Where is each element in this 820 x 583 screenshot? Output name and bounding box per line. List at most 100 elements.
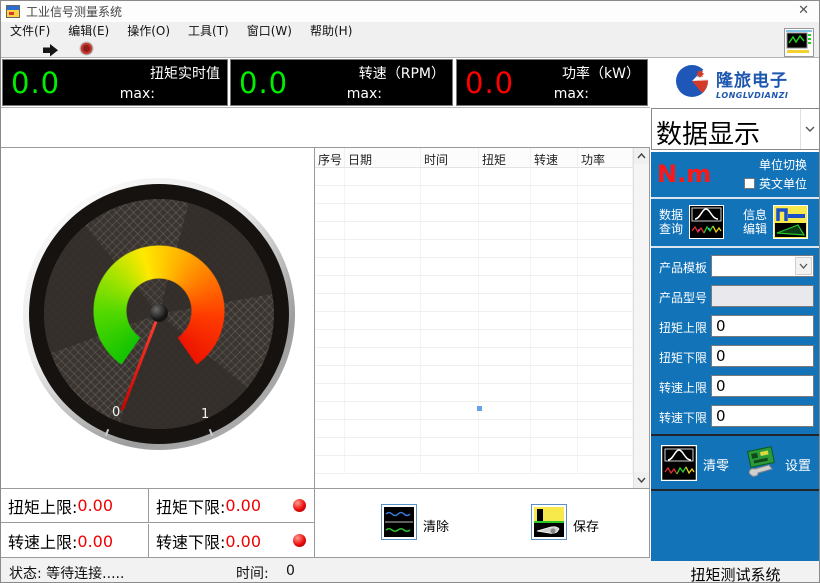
speed-max-label: max: xyxy=(347,86,382,102)
time-value: 0 xyxy=(286,563,295,579)
torque-upper-limit-label: 扭矩上限 xyxy=(651,319,707,336)
time-label: 时间: xyxy=(236,563,269,583)
scroll-down-icon[interactable] xyxy=(634,472,649,488)
english-unit-checkbox[interactable] xyxy=(744,178,755,189)
info-edit-label: 信息编辑 xyxy=(743,208,767,236)
product-form-section: 产品模板 产品型号 扭矩上限 0 扭矩下限 0 转速上限 0 xyxy=(651,248,820,434)
unit-section: N.m 单位切换 英文单位 xyxy=(651,152,820,197)
speed-upper-readout: 转速上限:0.00 xyxy=(1,524,149,558)
table-row xyxy=(315,330,634,348)
speed-meter: 0.0 转速（RPM） max: xyxy=(230,59,453,106)
torque-max-label: max: xyxy=(120,86,155,102)
menu-operate[interactable]: 操作(O) xyxy=(118,22,179,39)
table-row xyxy=(315,420,634,438)
col-speed: 转速 xyxy=(531,148,578,167)
menu-bar: 文件(F) 编辑(E) 操作(O) 工具(T) 窗口(W) 帮助(H) xyxy=(1,22,819,39)
torque-meter: 0.0 扭矩实时值 max: xyxy=(2,59,228,106)
table-row xyxy=(315,240,634,258)
clear-label: 清除 xyxy=(423,516,449,535)
speed-lower-readout: 转速下限:0.00 xyxy=(149,524,314,558)
save-label: 保存 xyxy=(573,516,599,535)
info-edit-button[interactable] xyxy=(773,205,808,239)
chevron-down-icon[interactable] xyxy=(795,257,812,275)
torque-lower-limit-label: 扭矩下限 xyxy=(651,349,707,366)
system-name: 扭矩测试系统 xyxy=(651,561,820,583)
torque-label: 扭矩实时值 xyxy=(150,63,220,83)
settings-label: 设置 xyxy=(785,455,811,474)
spacer-strip xyxy=(1,107,650,148)
speed-value: 0.0 xyxy=(239,69,288,98)
logo-name: 隆旅电子 xyxy=(716,66,788,91)
table-row xyxy=(315,168,634,186)
speed-alarm-led xyxy=(293,534,306,547)
zero-button[interactable] xyxy=(661,445,697,481)
menu-edit[interactable]: 编辑(E) xyxy=(59,22,118,39)
close-icon[interactable]: ✕ xyxy=(798,3,809,18)
control-sidebar: N.m 单位切换 英文单位 数据查询 xyxy=(651,152,820,561)
zero-label: 清零 xyxy=(703,455,729,474)
vi-panel-icon[interactable] xyxy=(784,28,814,57)
col-date: 日期 xyxy=(345,148,421,167)
torque-lower-limit-field[interactable]: 0 xyxy=(711,345,814,367)
torque-upper-readout: 扭矩上限:0.00 xyxy=(1,489,149,523)
status-bar: 状态: 等待连接..... 时间: 0 xyxy=(1,558,651,583)
speed-lower-limit-field[interactable]: 0 xyxy=(711,405,814,427)
power-meter: 0.0 功率（kW） max: xyxy=(456,59,648,106)
table-row xyxy=(315,366,634,384)
menu-tools[interactable]: 工具(T) xyxy=(179,22,238,39)
table-row xyxy=(315,276,634,294)
speed-upper-limit-field[interactable]: 0 xyxy=(711,375,814,397)
scroll-up-icon[interactable] xyxy=(634,148,649,164)
table-row xyxy=(315,312,634,330)
stop-icon[interactable] xyxy=(79,41,94,60)
logo-mark-icon xyxy=(675,64,709,102)
torque-alarm-led xyxy=(293,499,306,512)
speed-label: 转速（RPM） xyxy=(359,63,445,83)
product-model-field[interactable] xyxy=(711,285,814,307)
display-mode-value: 数据显示 xyxy=(656,114,760,151)
gauge-panel: 0 1 xyxy=(1,148,315,489)
clear-button[interactable] xyxy=(381,504,417,540)
brand-logo: 隆旅电子 LONGLVDIANZI xyxy=(651,59,820,106)
table-actions-panel: 清除 保存 xyxy=(315,489,650,558)
menu-window[interactable]: 窗口(W) xyxy=(238,22,301,39)
power-label: 功率（kW） xyxy=(562,63,640,83)
data-table[interactable]: 序号 日期 时间 扭矩 转速 功率 xyxy=(315,148,650,489)
table-header: 序号 日期 时间 扭矩 转速 功率 xyxy=(315,148,634,168)
chevron-down-icon[interactable] xyxy=(800,109,819,149)
table-body xyxy=(315,168,634,488)
table-row xyxy=(315,438,634,456)
torque-value: 0.0 xyxy=(11,69,60,98)
product-template-label: 产品模板 xyxy=(651,259,707,276)
menu-help[interactable]: 帮助(H) xyxy=(301,22,361,39)
app-icon xyxy=(6,5,20,18)
unit-switch-label: 单位切换 xyxy=(759,156,807,173)
power-value: 0.0 xyxy=(465,69,514,98)
table-scrollbar[interactable] xyxy=(633,148,649,488)
cursor-artifact xyxy=(477,406,482,411)
logo-subtitle: LONGLVDIANZI xyxy=(716,91,788,100)
col-power: 功率 xyxy=(578,148,633,167)
display-mode-combo[interactable]: 数据显示 xyxy=(651,108,820,150)
power-max-label: max: xyxy=(554,86,589,102)
query-edit-section: 数据查询 信息编辑 xyxy=(651,199,820,246)
empty-section xyxy=(651,491,820,563)
save-button[interactable] xyxy=(531,504,567,540)
col-torque: 扭矩 xyxy=(479,148,531,167)
data-query-label: 数据查询 xyxy=(659,208,683,236)
actions-section: 清零 设置 xyxy=(651,436,820,489)
gauge-min-label: 0 xyxy=(112,405,120,420)
data-query-button[interactable] xyxy=(689,205,724,239)
menu-file[interactable]: 文件(F) xyxy=(1,22,59,39)
settings-button[interactable] xyxy=(743,445,779,481)
table-row xyxy=(315,294,634,312)
connection-status: 状态: 等待连接..... xyxy=(9,563,124,583)
window-title: 工业信号测量系统 xyxy=(26,3,122,20)
col-time: 时间 xyxy=(421,148,479,167)
torque-upper-limit-field[interactable]: 0 xyxy=(711,315,814,337)
table-row xyxy=(315,402,634,420)
table-row xyxy=(315,348,634,366)
torque-gauge: 0 1 xyxy=(23,178,295,450)
table-row xyxy=(315,258,634,276)
unit-value: N.m xyxy=(657,160,711,188)
